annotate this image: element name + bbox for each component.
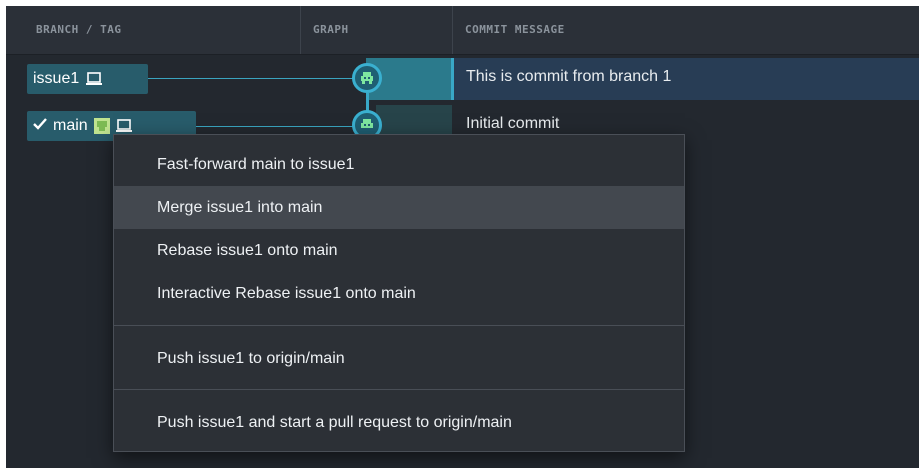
laptop-icon bbox=[115, 118, 133, 134]
column-header-graph[interactable]: GRAPH bbox=[313, 6, 349, 54]
branch-connector-line bbox=[148, 78, 353, 79]
commit-message[interactable]: This is commit from branch 1 bbox=[466, 68, 671, 86]
laptop-icon bbox=[85, 71, 103, 87]
menu-item-merge[interactable]: Merge issue1 into main bbox=[114, 186, 684, 229]
branch-context-menu: Fast-forward main to issue1 Merge issue1… bbox=[113, 134, 685, 452]
checkmark-icon bbox=[33, 117, 47, 135]
menu-item-interactive-rebase[interactable]: Interactive Rebase issue1 onto main bbox=[114, 272, 684, 315]
avatar-icon bbox=[93, 118, 110, 134]
branch-connector-line bbox=[196, 126, 353, 127]
column-header-bar: BRANCH / TAG GRAPH COMMIT MESSAGE bbox=[6, 6, 919, 55]
menu-item-push-and-pull-request[interactable]: Push issue1 and start a pull request to … bbox=[114, 401, 684, 444]
git-client-window: BRANCH / TAG GRAPH COMMIT MESSAGE This i… bbox=[6, 6, 919, 468]
column-header-commit-message[interactable]: COMMIT MESSAGE bbox=[465, 6, 565, 54]
commit-node-avatar-icon[interactable] bbox=[352, 63, 382, 93]
branch-name: issue1 bbox=[33, 70, 80, 87]
column-divider[interactable] bbox=[452, 6, 453, 54]
column-header-branch-tag[interactable]: BRANCH / TAG bbox=[36, 6, 121, 54]
selection-indicator bbox=[451, 58, 454, 100]
branch-label-issue1[interactable]: issue1 bbox=[27, 64, 148, 94]
menu-item-push[interactable]: Push issue1 to origin/main bbox=[114, 337, 684, 380]
menu-item-fast-forward[interactable]: Fast-forward main to issue1 bbox=[114, 143, 684, 186]
branch-name: main bbox=[53, 117, 88, 134]
commit-message[interactable]: Initial commit bbox=[466, 115, 559, 133]
menu-divider bbox=[114, 389, 684, 390]
column-divider[interactable] bbox=[300, 6, 301, 54]
menu-divider bbox=[114, 325, 684, 326]
menu-item-rebase[interactable]: Rebase issue1 onto main bbox=[114, 229, 684, 272]
